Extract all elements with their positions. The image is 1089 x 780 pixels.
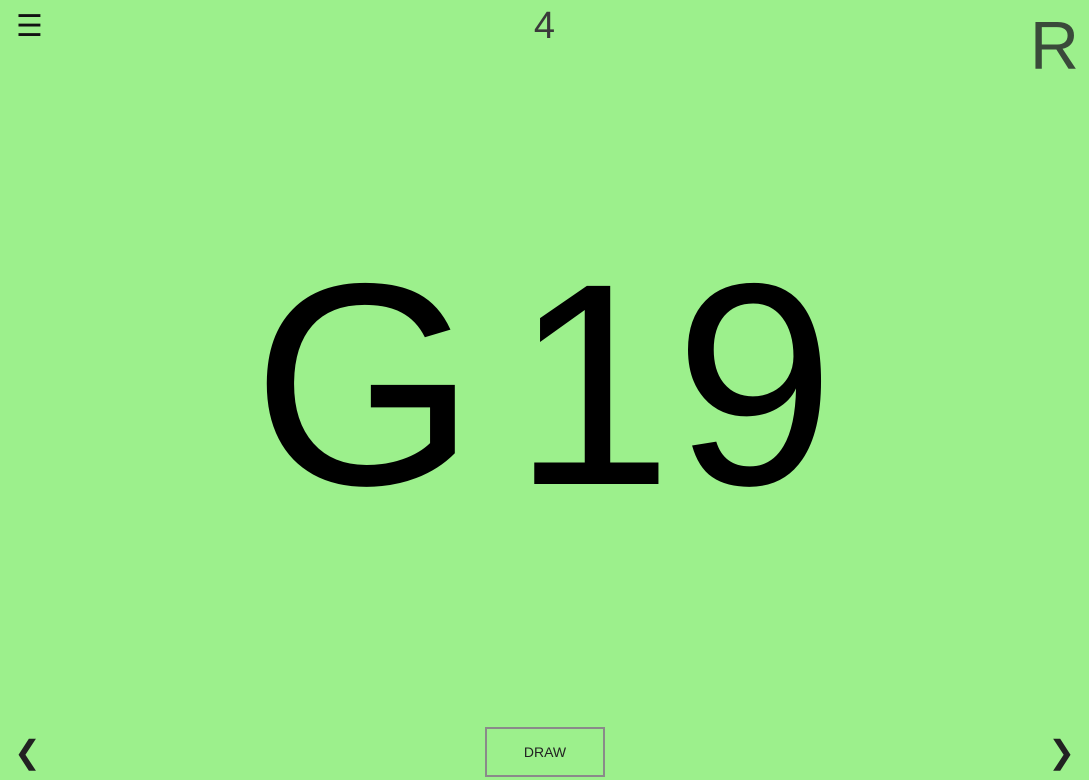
next-arrow-icon[interactable]: ❯ xyxy=(1048,732,1075,772)
current-call: G 19 xyxy=(0,241,1089,529)
call-number: 19 xyxy=(512,224,837,546)
previous-arrow-icon[interactable]: ❮ xyxy=(14,732,41,772)
call-letter: G xyxy=(252,224,479,546)
draw-button[interactable]: DRAW xyxy=(485,727,605,777)
reset-button[interactable]: R xyxy=(1030,10,1079,82)
draw-count: 4 xyxy=(533,5,556,47)
